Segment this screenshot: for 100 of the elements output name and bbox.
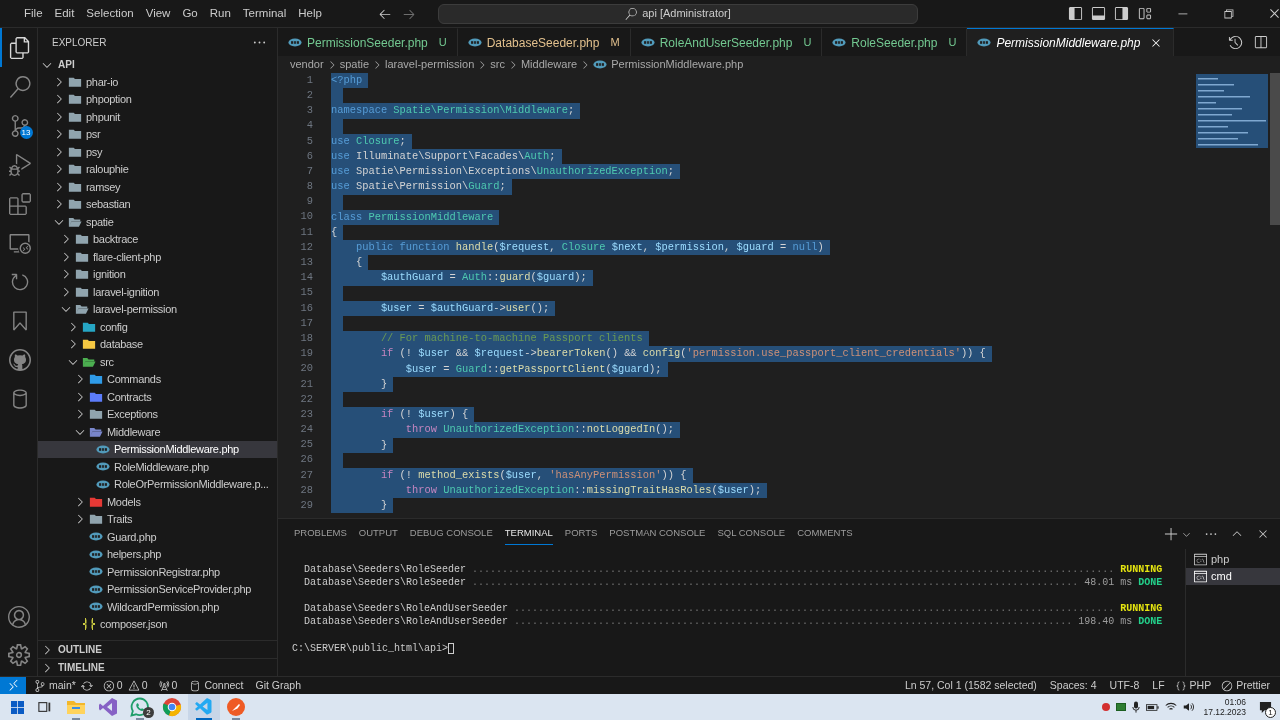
line-ending-button[interactable]: LF	[1152, 677, 1165, 694]
menu-item[interactable]: Edit	[48, 4, 81, 23]
tree-item[interactable]: Middleware	[38, 423, 277, 441]
tree-item[interactable]: phpunit	[38, 108, 277, 126]
menu-item[interactable]: Go	[176, 4, 204, 23]
connect-button[interactable]: Connect	[189, 677, 244, 694]
restore-icon[interactable]	[1222, 7, 1236, 20]
breadcrumb-item[interactable]: spatie	[339, 56, 369, 73]
tree-item[interactable]: Commands	[38, 370, 277, 388]
editor-tab[interactable]: PermissionMiddleware.php	[967, 28, 1175, 56]
language-button[interactable]: PHP	[1174, 677, 1212, 694]
antenna-icon	[157, 679, 170, 692]
sync-icon[interactable]	[80, 679, 93, 692]
account-icon[interactable]	[7, 606, 30, 628]
panel-tab[interactable]: SQL CONSOLE	[717, 523, 786, 545]
panel-tab[interactable]: POSTMAN CONSOLE	[609, 523, 706, 545]
breadcrumb-item[interactable]: PermissionMiddleware.php	[611, 56, 744, 73]
speaker-icon[interactable]	[1183, 702, 1196, 712]
layout-icon[interactable]	[1136, 6, 1152, 21]
record-icon[interactable]	[1102, 703, 1111, 711]
breadcrumb-item[interactable]: Middleware	[520, 56, 578, 73]
tree-item[interactable]: PermissionMiddleware.php	[38, 440, 277, 458]
tree-item[interactable]: Exceptions	[38, 405, 277, 423]
tree-item[interactable]: PermissionRegistrar.php	[38, 563, 277, 581]
tree-item[interactable]: Guard.php	[38, 528, 277, 546]
tree-item[interactable]: src	[38, 353, 277, 371]
timeline-icon[interactable]	[1228, 34, 1243, 50]
terminal-session[interactable]: cmd	[1186, 568, 1280, 585]
tree-item[interactable]: ignition	[38, 265, 277, 283]
menu-item[interactable]: Run	[203, 4, 237, 23]
tree-item[interactable]: backtrace	[38, 230, 277, 248]
clock-time[interactable]: 01:06	[1224, 697, 1246, 707]
activity-item[interactable]: 13	[0, 106, 38, 145]
ports-button[interactable]: 0	[157, 677, 178, 694]
start-icon[interactable]	[11, 700, 24, 714]
sidebar-toggle-icon[interactable]	[1067, 6, 1083, 21]
clock-date[interactable]: 17.12.2023	[1203, 707, 1246, 717]
split-editor-icon[interactable]	[1253, 34, 1268, 50]
tree-item[interactable]: phar-io	[38, 73, 277, 91]
tree-item[interactable]: PermissionServiceProvider.php	[38, 580, 277, 598]
add-terminal-icon[interactable]	[1164, 526, 1179, 542]
tree-item[interactable]: config	[38, 318, 277, 336]
tree-item[interactable]: helpers.php	[38, 545, 277, 563]
tree-item[interactable]: Models	[38, 493, 277, 511]
section-header[interactable]: API	[38, 56, 277, 73]
menu-item[interactable]: Selection	[80, 4, 140, 23]
panel-tab[interactable]: PROBLEMS	[294, 523, 347, 545]
tree-item[interactable]: flare-client-php	[38, 248, 277, 266]
close-icon[interactable]	[1268, 7, 1280, 20]
indentation-button[interactable]: Spaces: 4	[1049, 677, 1097, 694]
tree-item[interactable]: phpoption	[38, 90, 277, 108]
git-graph-button[interactable]: Git Graph	[255, 677, 302, 694]
terminal-session[interactable]: php	[1186, 551, 1280, 568]
wifi-icon[interactable]	[1165, 702, 1178, 712]
menu-item[interactable]: Terminal	[236, 4, 293, 23]
cursor-position[interactable]: Ln 57, Col 1 (1582 selected)	[904, 677, 1037, 694]
tree-item[interactable]: RoleMiddleware.php	[38, 458, 277, 476]
battery-icon[interactable]	[1146, 702, 1160, 712]
line-number: 24	[299, 422, 313, 438]
taskbar-app[interactable]: 2	[124, 694, 156, 720]
settings-icon[interactable]	[7, 644, 30, 666]
tree-item[interactable]: laravel-ignition	[38, 283, 277, 301]
scrollbar[interactable]	[1270, 73, 1280, 225]
menu-item[interactable]: File	[18, 4, 49, 23]
tree-item[interactable]: WildcardPermission.php	[38, 598, 277, 616]
taskbar-app[interactable]	[188, 694, 220, 720]
formatter-button[interactable]: Prettier	[1221, 677, 1270, 694]
microphone-icon[interactable]	[1132, 701, 1141, 713]
tree-item[interactable]: Contracts	[38, 388, 277, 406]
tree-item[interactable]: composer.json	[38, 615, 277, 633]
section-header[interactable]: OUTLINE	[38, 640, 277, 658]
tree-item[interactable]: sebastian	[38, 195, 277, 213]
panel-tab[interactable]: DEBUG CONSOLE	[409, 523, 493, 545]
tree-item[interactable]: psy	[38, 143, 277, 161]
problems-button[interactable]: 0 0	[102, 677, 148, 694]
tree-item[interactable]: ramsey	[38, 178, 277, 196]
breadcrumb-item[interactable]: laravel-permission	[385, 56, 475, 73]
tree-item[interactable]: Traits	[38, 510, 277, 528]
tree-item[interactable]: psr	[38, 125, 277, 143]
encoding-button[interactable]: UTF-8	[1109, 677, 1140, 694]
panel-tab[interactable]: COMMENTS	[797, 523, 853, 545]
secondary-sidebar-icon[interactable]	[1113, 6, 1129, 21]
breadcrumb-item[interactable]: src	[490, 56, 505, 73]
task-view-icon[interactable]	[38, 700, 52, 714]
panel-tab[interactable]: PORTS	[564, 523, 598, 545]
tree-item[interactable]: RoleOrPermissionMiddleware.p...	[38, 475, 277, 493]
panel-tab[interactable]: TERMINAL	[504, 523, 553, 545]
menu-item[interactable]: View	[139, 4, 177, 23]
panel-tab[interactable]: OUTPUT	[358, 523, 398, 545]
menu-item[interactable]: Help	[292, 4, 328, 23]
panel-toggle-icon[interactable]	[1090, 6, 1106, 21]
tree-item[interactable]: spatie	[38, 213, 277, 231]
tree-item[interactable]: ralouphie	[38, 160, 277, 178]
notifications-icon[interactable]	[1258, 700, 1272, 714]
command-center[interactable]: api [Administrator]	[437, 3, 918, 24]
remote-button[interactable]	[0, 676, 26, 695]
branch-button[interactable]: main*	[34, 677, 76, 694]
breadcrumb-item[interactable]: vendor	[290, 56, 324, 73]
tree-item[interactable]: database	[38, 335, 277, 353]
tree-item[interactable]: laravel-permission	[38, 300, 277, 318]
